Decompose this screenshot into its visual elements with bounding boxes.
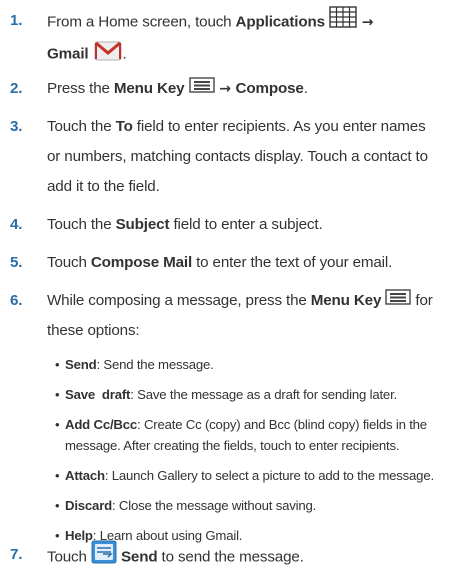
step-text: From a Home screen, touch Applications → bbox=[47, 6, 469, 39]
menu-key-label: Menu Key bbox=[113, 80, 185, 98]
step-text-plain: field to enter a subject. bbox=[169, 216, 323, 233]
compose-mail-label: Compose Mail bbox=[90, 254, 193, 271]
step-text-plain: for bbox=[411, 292, 433, 310]
list-item: • Add Cc/Bcc: Create Cc (copy) and Bcc (b… bbox=[55, 414, 469, 456]
option-label: Attach bbox=[65, 468, 105, 483]
step-number: 1. bbox=[10, 12, 23, 29]
step-number: 5. bbox=[10, 254, 23, 271]
step-text: Touch the Subject field to enter a subje… bbox=[47, 210, 469, 240]
step-number: 3. bbox=[10, 118, 23, 135]
step-number: 6. bbox=[10, 292, 23, 309]
step-number: 2. bbox=[10, 80, 23, 97]
step-text: While composing a message, press the Men… bbox=[47, 286, 469, 316]
step-text: Gmail . bbox=[47, 36, 469, 73]
step-text-plain: Touch the bbox=[47, 216, 116, 233]
step-text: Press the Menu Key → Compose. bbox=[47, 74, 469, 104]
applications-grid-icon bbox=[329, 6, 357, 39]
applications-label: Applications bbox=[235, 13, 325, 31]
option-label: Add Cc/Bcc bbox=[65, 417, 138, 432]
step-text: these options: bbox=[47, 322, 140, 339]
bullet: • bbox=[55, 417, 60, 432]
step-text-plain: . bbox=[303, 80, 308, 98]
step-text: Touch the To field to enter recipients. … bbox=[47, 112, 469, 142]
gmail-envelope-icon bbox=[93, 36, 123, 73]
subject-label: Subject bbox=[115, 216, 170, 233]
option-desc: : Save the message as a draft for sendin… bbox=[130, 387, 397, 402]
step-text: or numbers, matching contacts display. T… bbox=[47, 148, 428, 165]
option-desc: : Create Cc (copy) and Bcc (blind copy) … bbox=[137, 417, 427, 432]
arrow-glyph: → bbox=[214, 81, 236, 98]
list-item: • Discard: Close the message without savi… bbox=[55, 495, 469, 516]
bullet: • bbox=[55, 498, 60, 513]
step-text-plain: field to enter recipients. As you enter … bbox=[132, 118, 426, 135]
step-text-plain: to enter the text of your email. bbox=[192, 254, 393, 271]
option-label: Save draft bbox=[65, 387, 131, 402]
step-text-plain: Press the bbox=[47, 80, 114, 98]
step-text-plain: While composing a message, press the bbox=[47, 292, 311, 310]
step-text-plain: From a Home screen, touch bbox=[47, 13, 236, 31]
menu-key-label: Menu Key bbox=[310, 292, 382, 310]
option-label: Send bbox=[65, 357, 97, 372]
step-number: 7. bbox=[10, 546, 23, 563]
step-text-plain: Touch bbox=[47, 254, 91, 271]
step-text-plain: Touch bbox=[47, 548, 91, 566]
option-desc: : Send the message. bbox=[96, 357, 214, 372]
menu-key-icon bbox=[188, 74, 215, 104]
list-item: • Attach: Launch Gallery to select a pict… bbox=[55, 465, 469, 486]
bullet: • bbox=[55, 468, 60, 483]
list-item: • Save draft: Save the message as a draft… bbox=[55, 384, 469, 405]
send-icon bbox=[91, 540, 117, 575]
menu-key-icon bbox=[385, 286, 412, 316]
to-label: To bbox=[115, 118, 133, 135]
step-text-plain: to send the message. bbox=[157, 548, 304, 566]
option-desc: : Launch Gallery to select a picture to … bbox=[104, 468, 434, 483]
arrow-glyph: → bbox=[356, 14, 374, 31]
step-text: Touch Send to send the message. bbox=[47, 540, 469, 575]
step-number: 4. bbox=[10, 216, 23, 233]
send-label: Send bbox=[120, 548, 158, 566]
option-label: Discard bbox=[65, 498, 112, 513]
option-desc: : Close the message without saving. bbox=[111, 498, 317, 513]
step-text: add it to the field. bbox=[47, 178, 160, 195]
option-desc-continued: message. After creating the fields, touc… bbox=[65, 438, 400, 453]
bullet: • bbox=[55, 387, 60, 402]
compose-label: Compose bbox=[235, 80, 304, 98]
gmail-label: Gmail bbox=[47, 45, 89, 63]
step-text: Touch Compose Mail to enter the text of … bbox=[47, 248, 469, 278]
list-item: • Send: Send the message. bbox=[55, 354, 469, 375]
bullet: • bbox=[55, 357, 60, 372]
step-text-plain: Touch the bbox=[47, 118, 116, 135]
